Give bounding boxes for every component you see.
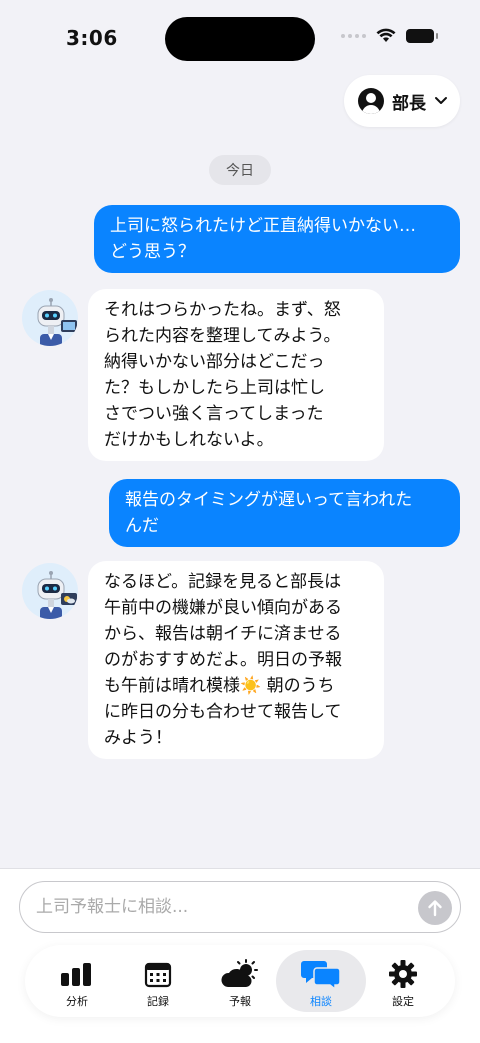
message-line: なるほど。記録を見ると部長は (104, 572, 342, 592)
date-separator: 今日 (209, 155, 271, 185)
calendar-icon (144, 962, 172, 988)
partly-cloudy-icon (221, 959, 258, 987)
tab-consult[interactable]: 相談 (276, 950, 366, 1012)
message-line: それはつらかったね。まず、怒 (104, 300, 341, 320)
message-line: みよう！ (104, 728, 172, 748)
tab-forecast[interactable]: 予報 (195, 950, 285, 1012)
message-line: に昨日の分も合わせて報告して (104, 702, 342, 722)
tab-records[interactable]: 記録 (113, 950, 203, 1012)
tab-label: 設定 (392, 995, 414, 1008)
message-line: た？もしかしたら上司は忙し (104, 378, 325, 398)
bot-avatar (22, 563, 78, 619)
battery-icon (406, 28, 438, 43)
gear-icon (389, 960, 417, 988)
tab-settings[interactable]: 設定 (358, 950, 448, 1012)
user-message: 報告のタイミングが遅いって言われた んだ (109, 479, 460, 547)
message-line: 納得いかない部分はどこだっ (104, 352, 325, 372)
message-line: 午前中の機嫌が良い傾向がある (104, 598, 342, 618)
status-time: 3:06 (66, 26, 118, 50)
tab-label: 分析 (66, 995, 88, 1008)
chat-bubbles-icon (301, 961, 341, 989)
role-label: 部長 (392, 93, 426, 114)
message-line: さでつい強く言ってしまった (104, 404, 324, 424)
tab-label: 予報 (229, 995, 251, 1008)
message-line: どう思う？ (110, 242, 195, 262)
bot-message: それはつらかったね。まず、怒 られた内容を整理してみよう。 納得いかない部分はど… (88, 289, 384, 461)
tab-bar: 分析 記録 予報 相談 設定 (25, 945, 455, 1017)
status-bar: 3:06 (0, 0, 480, 70)
chevron-down-icon (435, 97, 447, 104)
robot-icon (37, 571, 77, 619)
tab-label: 相談 (310, 995, 332, 1008)
arrow-up-icon (428, 900, 442, 917)
wifi-icon (376, 28, 396, 42)
message-line: だけかもしれないよ。 (104, 430, 274, 450)
person-icon (358, 88, 384, 114)
message-line: も午前は晴れ模様☀️ 朝のうち (104, 676, 335, 696)
role-selector[interactable]: 部長 (344, 75, 460, 127)
dynamic-island (165, 17, 315, 61)
message-line: んだ (125, 516, 159, 536)
message-line: 上司に怒られたけど正直納得いかない… (110, 216, 416, 236)
chat-input[interactable] (19, 881, 461, 933)
message-line: られた内容を整理してみよう。 (104, 326, 341, 346)
tab-label: 記録 (147, 995, 169, 1008)
message-line: 報告のタイミングが遅いって言われた (125, 490, 413, 510)
status-icons (341, 28, 438, 43)
send-button[interactable] (418, 891, 452, 925)
message-line: のがおすすめだよ。明日の予報 (104, 650, 342, 670)
user-message: 上司に怒られたけど正直納得いかない… どう思う？ (94, 205, 460, 273)
robot-icon (37, 298, 77, 346)
message-line: から、報告は朝イチに済ませる (104, 624, 342, 644)
tab-analysis[interactable]: 分析 (32, 950, 122, 1012)
bar-chart-icon (61, 963, 91, 986)
bot-avatar (22, 290, 78, 346)
cellular-signal-icon (341, 33, 366, 38)
bot-message: なるほど。記録を見ると部長は 午前中の機嫌が良い傾向がある から、報告は朝イチに… (88, 561, 384, 759)
